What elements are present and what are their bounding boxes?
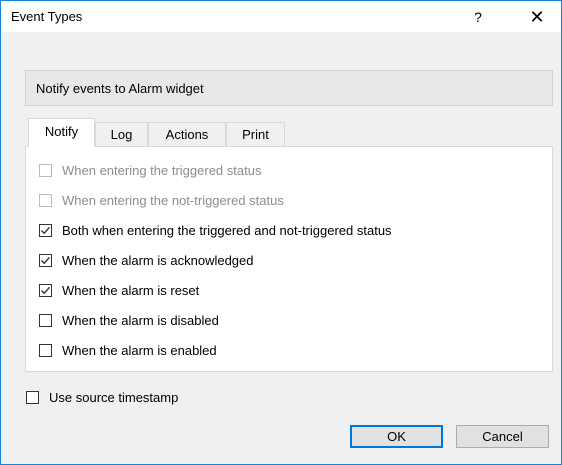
checkbox[interactable] xyxy=(26,391,39,404)
ok-button-label: OK xyxy=(387,429,406,444)
checkbox[interactable] xyxy=(39,344,52,357)
checkbox[interactable] xyxy=(39,254,52,267)
checkmark-icon xyxy=(41,256,51,265)
close-button[interactable]: ✕ xyxy=(519,4,555,30)
tab-label: Log xyxy=(110,127,133,142)
tab-label: Notify xyxy=(44,124,79,139)
tab-actions[interactable]: Actions xyxy=(148,122,226,146)
checkbox[interactable] xyxy=(39,164,52,177)
checkbox[interactable] xyxy=(39,284,52,297)
checkbox[interactable] xyxy=(39,314,52,327)
tab-label: Print xyxy=(242,127,269,142)
tab-print[interactable]: Print xyxy=(226,122,285,146)
event-types-dialog: Event Types ? ✕ Notify events to Alarm w… xyxy=(0,0,562,465)
header-banner: Notify events to Alarm widget xyxy=(25,70,553,106)
checkbox-label: Use source timestamp xyxy=(49,390,179,405)
checkbox[interactable] xyxy=(39,224,52,237)
ok-button[interactable]: OK xyxy=(350,425,443,448)
close-icon: ✕ xyxy=(529,7,545,27)
checkbox-label: When entering the not-triggered status xyxy=(62,193,284,208)
checkbox-label: When the alarm is acknowledged xyxy=(62,253,254,268)
tab-log[interactable]: Log xyxy=(95,122,148,146)
checkbox-label: Both when entering the triggered and not… xyxy=(62,223,392,238)
checkbox[interactable] xyxy=(39,194,52,207)
notify-tab-panel: When entering the triggered status When … xyxy=(25,146,553,372)
help-icon: ? xyxy=(474,9,482,25)
cancel-button-label: Cancel xyxy=(482,429,523,444)
checkmark-icon xyxy=(41,226,51,235)
tab-notify[interactable]: Notify xyxy=(28,118,95,147)
cancel-button[interactable]: Cancel xyxy=(456,425,549,448)
checkmark-icon xyxy=(41,286,51,295)
title-bar: Event Types ? ✕ xyxy=(1,1,561,32)
window-title: Event Types xyxy=(11,9,83,24)
checkbox-label: When the alarm is reset xyxy=(62,283,200,298)
banner-text: Notify events to Alarm widget xyxy=(36,81,204,96)
tab-label: Actions xyxy=(165,127,209,142)
checkbox-label: When the alarm is disabled xyxy=(62,313,219,328)
checkbox-label: When entering the triggered status xyxy=(62,163,262,178)
checkbox-label: When the alarm is enabled xyxy=(62,343,217,358)
help-button[interactable]: ? xyxy=(463,4,493,30)
